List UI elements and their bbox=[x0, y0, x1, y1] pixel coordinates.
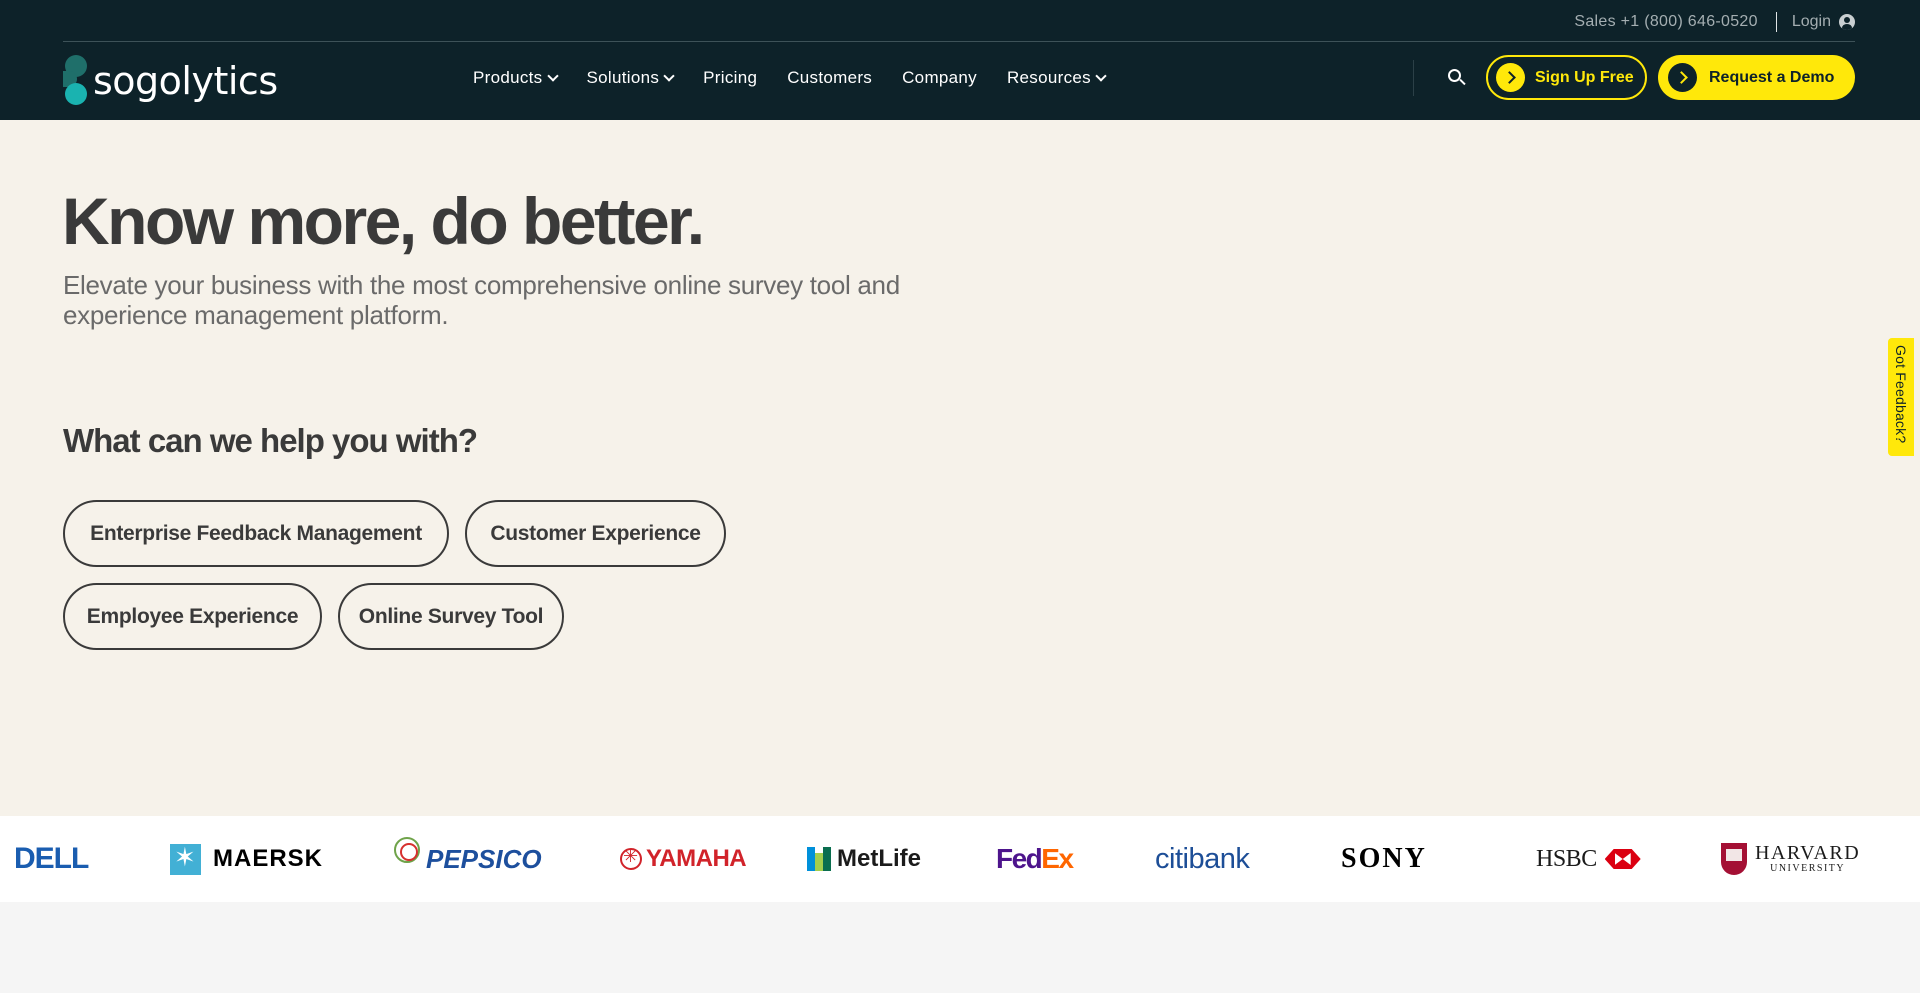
citibank-wordmark: citibank bbox=[1155, 842, 1250, 875]
nav-divider bbox=[1413, 60, 1414, 96]
dell-logo: DELL bbox=[14, 842, 89, 875]
citibank-logo: citibank bbox=[1155, 816, 1250, 902]
fedex-logo: Fed Ex bbox=[996, 816, 1074, 902]
chevron-down-icon bbox=[1095, 70, 1107, 82]
harvard-sub: UNIVERSITY bbox=[1770, 863, 1846, 874]
sales-phone-link[interactable]: Sales +1 (800) 646-0520 bbox=[1574, 13, 1775, 31]
maersk-logo: MAERSK bbox=[170, 816, 323, 902]
request-demo-button[interactable]: Request a Demo bbox=[1658, 55, 1855, 100]
pepsico-globe-icon bbox=[394, 837, 420, 863]
option-online-survey-tool[interactable]: Online Survey Tool bbox=[338, 583, 564, 650]
option-customer-experience[interactable]: Customer Experience bbox=[465, 500, 726, 567]
chevron-down-icon bbox=[546, 70, 559, 82]
maersk-wordmark: MAERSK bbox=[213, 845, 324, 872]
nav-label: Products bbox=[473, 68, 543, 87]
login-label: Login bbox=[1791, 13, 1831, 30]
hero-subtitle: Elevate your business with the most comp… bbox=[63, 270, 900, 330]
feedback-tab[interactable]: Got Feedback? bbox=[1888, 338, 1914, 456]
hsbc-hexagon-icon bbox=[1604, 849, 1641, 869]
harvard-wordmark: HARVARD UNIVERSITY bbox=[1755, 843, 1860, 875]
search-icon[interactable] bbox=[1448, 69, 1466, 87]
nav-item-customers[interactable]: Customers bbox=[787, 68, 872, 88]
top-utility-bar: Sales +1 (800) 646-0520 Login bbox=[63, 0, 1855, 42]
customer-logo-strip: DELL MAERSK PEPSICO YAMAHA MetLife FedEx… bbox=[0, 816, 1920, 902]
nav-label: Customers bbox=[787, 68, 873, 87]
utility-links: Sales +1 (800) 646-0520 Login bbox=[1574, 12, 1855, 32]
pepsico-wordmark: PEPSICO bbox=[426, 843, 542, 874]
nav-item-solutions[interactable]: Solutions bbox=[586, 68, 675, 88]
option-employee-experience[interactable]: Employee Experience bbox=[63, 583, 322, 650]
nav-item-company[interactable]: Company bbox=[902, 68, 977, 88]
option-enterprise-feedback-management[interactable]: Enterprise Feedback Management bbox=[63, 500, 449, 567]
fedex-ex: Ex bbox=[1041, 843, 1074, 874]
feedback-tab-label: Got Feedback? bbox=[1893, 345, 1909, 444]
yamaha-wordmark: YAMAHA bbox=[646, 845, 747, 872]
nav-item-resources[interactable]: Resources bbox=[1006, 68, 1107, 88]
nav-label: Company bbox=[902, 68, 977, 87]
nav-label: Resources bbox=[1006, 68, 1091, 87]
next-section bbox=[0, 902, 1920, 993]
chevron-down-icon bbox=[663, 70, 675, 82]
site-header: Sales +1 (800) 646-0520 Login sogolytics… bbox=[0, 0, 1920, 120]
yamaha-tuning-fork-icon bbox=[620, 846, 642, 870]
harvard-name: HARVARD bbox=[1755, 842, 1861, 864]
chevron-right-icon bbox=[1496, 63, 1525, 92]
sony-logo: SONY bbox=[1341, 843, 1427, 874]
chevron-right-icon bbox=[1668, 63, 1697, 92]
sign-up-free-button[interactable]: Sign Up Free bbox=[1486, 55, 1647, 100]
nav-label: Pricing bbox=[703, 68, 758, 87]
nav-label: Solutions bbox=[586, 68, 660, 87]
metlife-wordmark: MetLife bbox=[837, 845, 921, 872]
nav-item-pricing[interactable]: Pricing bbox=[703, 68, 757, 88]
metlife-m-icon bbox=[807, 847, 831, 871]
fedex-fed: Fed bbox=[996, 843, 1043, 874]
user-circle-icon bbox=[1839, 14, 1855, 30]
logo-wordmark: sogolytics bbox=[93, 59, 278, 103]
sign-up-label: Sign Up Free bbox=[1535, 68, 1634, 86]
metlife-logo: MetLife bbox=[807, 816, 921, 902]
logo-mark-icon bbox=[63, 55, 89, 107]
request-demo-label: Request a Demo bbox=[1709, 68, 1835, 86]
hero-title: Know more, do better. bbox=[62, 184, 705, 258]
main-nav: Products Solutions Pricing Customers Com… bbox=[473, 68, 1135, 88]
sogolytics-logo[interactable]: sogolytics bbox=[63, 55, 278, 107]
login-link[interactable]: Login bbox=[1792, 13, 1855, 31]
pepsico-logo: PEPSICO bbox=[394, 816, 542, 902]
utility-divider bbox=[1775, 12, 1777, 32]
help-heading: What can we help you with? bbox=[63, 422, 478, 459]
hsbc-logo: HSBC bbox=[1536, 816, 1641, 902]
hsbc-wordmark: HSBC bbox=[1536, 845, 1597, 872]
harvard-shield-icon bbox=[1721, 843, 1747, 875]
nav-item-products[interactable]: Products bbox=[473, 68, 559, 88]
yamaha-logo: YAMAHA bbox=[620, 816, 747, 902]
maersk-star-icon bbox=[170, 842, 201, 875]
harvard-logo: HARVARD UNIVERSITY bbox=[1721, 816, 1860, 902]
